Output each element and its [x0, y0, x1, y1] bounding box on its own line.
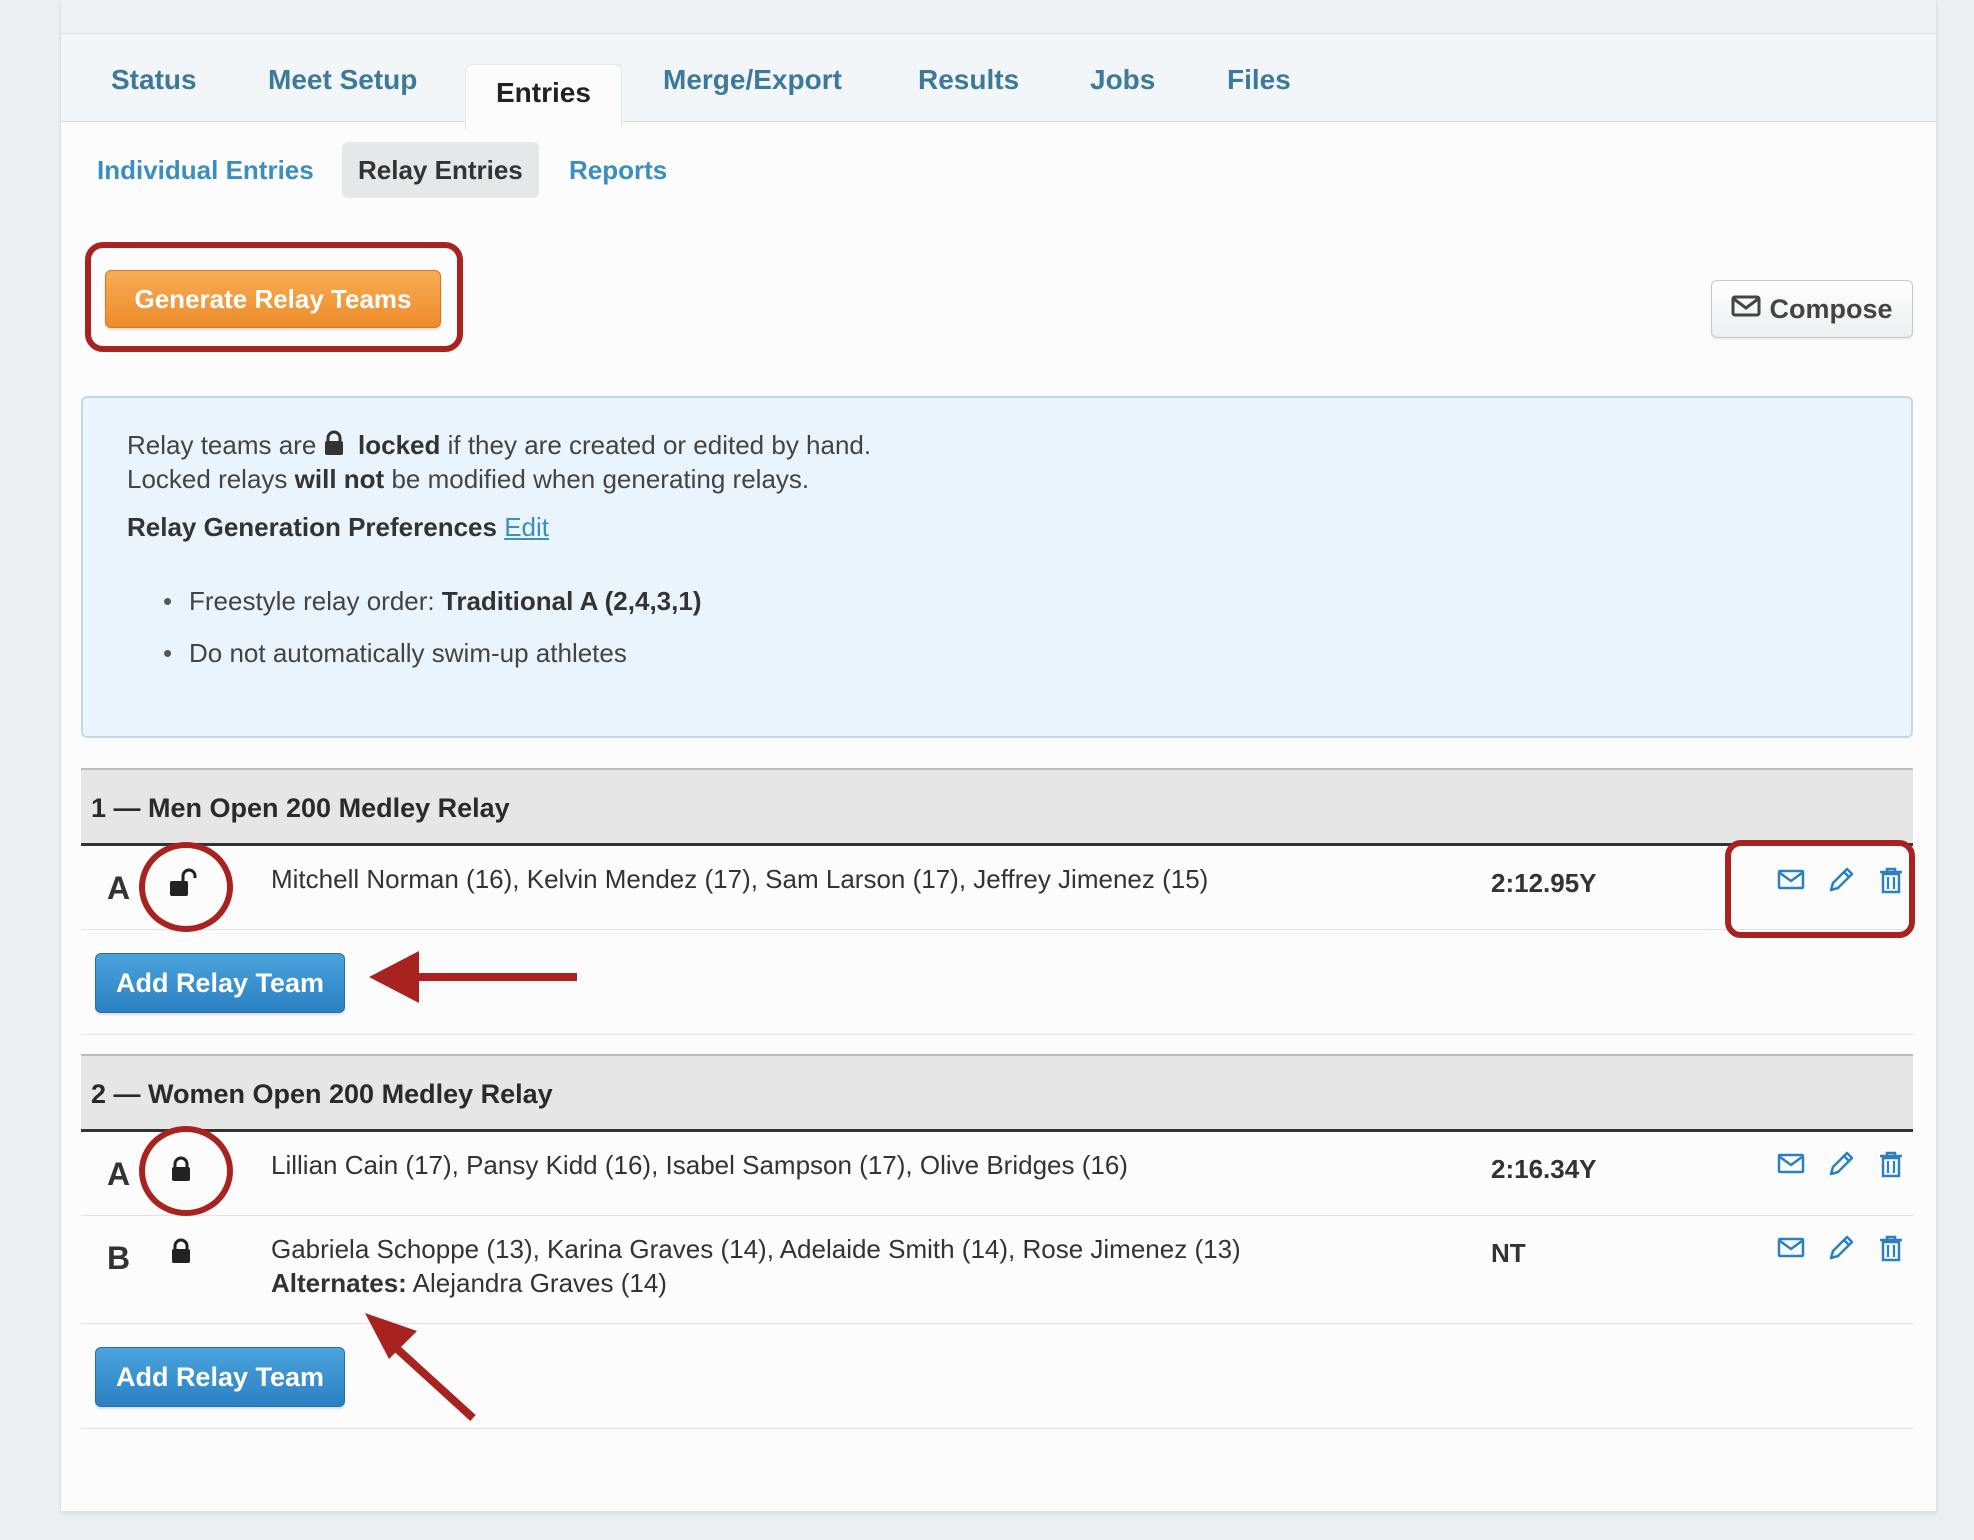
annotation-arrows [365, 951, 577, 1421]
main-panel: Status Meet Setup Entries Merge/Export R… [60, 0, 1937, 1512]
